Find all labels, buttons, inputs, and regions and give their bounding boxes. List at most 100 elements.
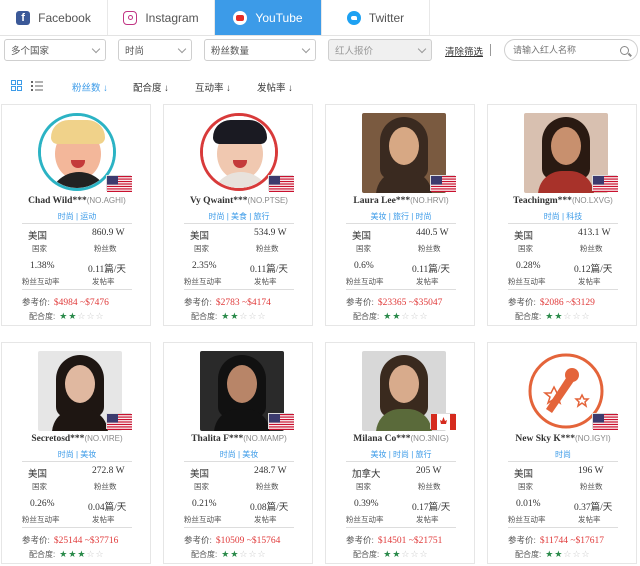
price-value: $11744 ~$17617 <box>539 536 605 546</box>
post-rate-value: 0.11篇/天 <box>250 265 288 275</box>
name-text: New Sky K*** <box>515 434 576 444</box>
grid-view-icon[interactable] <box>11 80 22 91</box>
reset-filters-link[interactable]: 清除筛选 <box>445 44 483 58</box>
influencer-name[interactable]: Chad Wild***(NO.AGHI) <box>2 196 152 206</box>
influencer-card[interactable]: Chad Wild***(NO.AGHI) 时尚 | 运动 美国 860.9 W… <box>1 104 151 326</box>
star-empty-icon: ☆ <box>419 549 429 559</box>
sort-match[interactable]: 配合度 ↓ <box>133 80 169 94</box>
followers-label: 粉丝数 <box>418 244 441 253</box>
influencer-card[interactable]: Milana Co***(NO.3NIG) 美妆 | 时尚 | 旅行 加拿大 2… <box>325 342 475 564</box>
us-flag-icon <box>268 175 294 192</box>
influencer-name[interactable]: Secretosd***(NO.VIRE) <box>2 434 152 444</box>
followers-value: 440.5 W <box>416 228 449 238</box>
price-label: 参考价: <box>22 297 50 307</box>
match-label: 配合度: <box>515 550 542 559</box>
category-tags: 时尚 | 美妆 <box>219 450 259 459</box>
engagement-value: 0.28% <box>516 261 541 271</box>
divider <box>508 289 618 290</box>
engagement-value: 0.26% <box>30 499 55 509</box>
country-value: 美国 <box>28 232 48 242</box>
engagement-value: 1.38% <box>30 261 55 271</box>
influencer-card[interactable]: Laura Lee***(NO.HRVI) 美妆 | 旅行 | 时尚 美国 44… <box>325 104 475 326</box>
search-input[interactable] <box>513 45 613 55</box>
influencer-name[interactable]: New Sky K***(NO.IGYI) <box>488 434 638 444</box>
star-filled-icon: ★ <box>59 549 69 559</box>
star-rating: ★★★☆☆ <box>59 549 104 560</box>
influencer-name[interactable]: Teachingm***(NO.LXVG) <box>488 196 638 206</box>
search-box <box>504 39 638 61</box>
star-empty-icon: ☆ <box>95 311 105 321</box>
post-rate-label: 发帖率 <box>254 277 277 286</box>
chevron-down-icon <box>91 44 101 53</box>
engagement-label: 粉丝互动率 <box>508 515 546 524</box>
country-label: 国家 <box>32 482 47 491</box>
divider <box>184 461 294 462</box>
tab-twitter[interactable]: Twitter <box>322 0 430 35</box>
tab-facebook[interactable]: f Facebook <box>0 0 108 35</box>
followers-select[interactable]: 粉丝数量 <box>204 39 316 61</box>
post-rate-value: 0.04篇/天 <box>88 503 127 513</box>
star-filled-icon: ★ <box>383 549 393 559</box>
engagement-label: 粉丝互动率 <box>346 515 384 524</box>
price-select[interactable]: 红人报价 <box>328 39 432 61</box>
tab-label: YouTube <box>255 10 303 25</box>
star-rating: ★★☆☆☆ <box>383 549 428 560</box>
influencer-name[interactable]: Laura Lee***(NO.HRVI) <box>326 196 476 206</box>
divider <box>184 289 294 290</box>
star-empty-icon: ☆ <box>95 549 105 559</box>
price-value: $10509 ~$15764 <box>215 536 281 546</box>
country-label: 国家 <box>356 482 371 491</box>
sort-post-rate[interactable]: 发帖率 ↓ <box>257 80 293 94</box>
post-rate-label: 发帖率 <box>578 277 601 286</box>
category-select[interactable]: 时尚 <box>118 39 192 61</box>
us-flag-icon <box>268 413 294 430</box>
star-empty-icon: ☆ <box>410 549 420 559</box>
reference-price: 参考价: $10509 ~$15764 <box>184 534 280 546</box>
followers-value: 534.9 W <box>254 228 287 238</box>
star-filled-icon: ★ <box>221 549 231 559</box>
star-empty-icon: ☆ <box>581 549 591 559</box>
tab-label: Facebook <box>38 10 91 25</box>
influencer-name[interactable]: Vy Qwaint***(NO.PTSE) <box>164 196 314 206</box>
post-rate-value: 0.11篇/天 <box>412 265 450 275</box>
influencer-name[interactable]: Thalita F***(NO.MAMP) <box>164 434 314 444</box>
influencer-card[interactable]: Vy Qwaint***(NO.PTSE) 时尚 | 美食 | 旅行 美国 53… <box>163 104 313 326</box>
influencer-card[interactable]: New Sky K***(NO.IGYI) 时尚 美国 196 W 国家 粉丝数… <box>487 342 637 564</box>
category-tags: 时尚 | 运动 <box>57 212 97 221</box>
category-select-value: 时尚 <box>125 46 145 57</box>
influencer-card[interactable]: Secretosd***(NO.VIRE) 时尚 | 美妆 美国 272.8 W… <box>1 342 151 564</box>
influencer-card[interactable]: Thalita F***(NO.MAMP) 时尚 | 美妆 美国 248.7 W… <box>163 342 313 564</box>
engagement-label: 粉丝互动率 <box>508 277 546 286</box>
avatar <box>38 113 116 191</box>
divider <box>346 223 456 224</box>
star-empty-icon: ☆ <box>419 311 429 321</box>
price-value: $25144 ~$37716 <box>53 536 119 546</box>
divider <box>22 461 132 462</box>
engagement-value: 2.35% <box>192 261 217 271</box>
tab-youtube[interactable]: YouTube <box>215 0 322 35</box>
us-flag-icon <box>592 413 618 430</box>
tab-label: Instagram <box>145 10 199 25</box>
reference-price: 参考价: $2086 ~$3129 <box>508 296 595 308</box>
star-empty-icon: ☆ <box>248 549 258 559</box>
match-rating: 配合度: ★★☆☆☆ <box>191 311 267 322</box>
search-icon[interactable] <box>620 45 629 55</box>
country-select[interactable]: 多个国家 <box>4 39 106 61</box>
country-label: 国家 <box>518 244 533 253</box>
price-value: $14501 ~$21751 <box>377 536 443 546</box>
us-flag-icon <box>106 413 132 430</box>
post-rate-label: 发帖率 <box>416 277 439 286</box>
followers-label: 粉丝数 <box>256 244 279 253</box>
price-value: $2086 ~$3129 <box>539 298 595 308</box>
post-rate-value: 0.12篇/天 <box>574 265 613 275</box>
country-value: 美国 <box>190 470 210 480</box>
us-flag-icon <box>106 175 132 192</box>
influencer-card[interactable]: Teachingm***(NO.LXVG) 时尚 | 科技 美国 413.1 W… <box>487 104 637 326</box>
followers-value: 413.1 W <box>578 228 611 238</box>
influencer-name[interactable]: Milana Co***(NO.3NIG) <box>326 434 476 444</box>
list-view-icon[interactable] <box>31 80 43 91</box>
sort-followers[interactable]: 粉丝数 ↓ <box>72 80 108 94</box>
tab-instagram[interactable]: Instagram <box>108 0 215 35</box>
sort-engagement[interactable]: 互动率 ↓ <box>195 80 231 94</box>
post-rate-label: 发帖率 <box>92 515 115 524</box>
